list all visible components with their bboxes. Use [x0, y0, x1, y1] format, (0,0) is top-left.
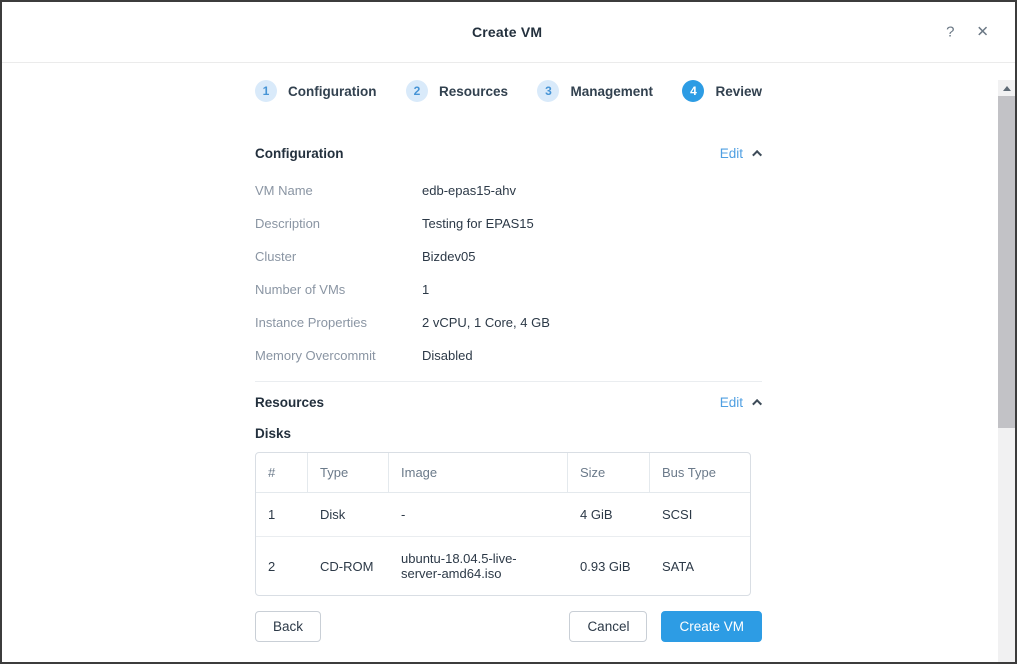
- field-row-instance-properties: Instance Properties 2 vCPU, 1 Core, 4 GB: [255, 315, 762, 330]
- back-button[interactable]: Back: [255, 611, 321, 642]
- wizard-stepper: 1 Configuration 2 Resources 3 Management…: [255, 80, 762, 102]
- dialog-footer: Back Cancel Create VM: [255, 611, 762, 642]
- resources-section-header: Resources Edit: [255, 395, 762, 410]
- edit-link-label[interactable]: Edit: [720, 395, 743, 410]
- cell-type: CD-ROM: [308, 537, 389, 595]
- cell-bus-type: SCSI: [650, 493, 750, 537]
- create-vm-dialog: Create VM ? ✕ 1 Configuration 2 Resource…: [0, 0, 1017, 664]
- chevron-up-icon[interactable]: [752, 150, 762, 160]
- disks-subheading: Disks: [255, 426, 762, 441]
- cancel-button[interactable]: Cancel: [569, 611, 647, 642]
- dialog-content: 1 Configuration 2 Resources 3 Management…: [255, 80, 762, 642]
- column-header-number: #: [256, 453, 308, 493]
- step-label: Management: [570, 84, 653, 99]
- step-label: Configuration: [288, 84, 376, 99]
- header-divider: [2, 62, 1015, 63]
- field-label: Memory Overcommit: [255, 348, 422, 363]
- step-configuration[interactable]: 1 Configuration: [255, 80, 376, 102]
- field-value: 2 vCPU, 1 Core, 4 GB: [422, 315, 550, 330]
- step-resources[interactable]: 2 Resources: [406, 80, 508, 102]
- field-value: edb-epas15-ahv: [422, 183, 516, 198]
- field-row-cluster: Cluster Bizdev05: [255, 249, 762, 264]
- resources-edit-button[interactable]: Edit: [720, 395, 762, 410]
- chevron-up-icon[interactable]: [752, 399, 762, 409]
- create-vm-button[interactable]: Create VM: [661, 611, 762, 642]
- dialog-title: Create VM: [472, 24, 542, 40]
- field-label: Cluster: [255, 249, 422, 264]
- scrollbar-thumb[interactable]: [998, 96, 1015, 428]
- scroll-up-button[interactable]: [998, 80, 1015, 96]
- vertical-scrollbar[interactable]: [998, 80, 1015, 664]
- field-value: Testing for EPAS15: [422, 216, 534, 231]
- field-label: Number of VMs: [255, 282, 422, 297]
- column-header-type: Type: [308, 453, 389, 493]
- dialog-body: 1 Configuration 2 Resources 3 Management…: [2, 80, 1015, 664]
- field-value: Disabled: [422, 348, 473, 363]
- column-header-bus-type: Bus Type: [650, 453, 750, 493]
- disks-table-header-row: # Type Image Size Bus Type: [256, 453, 750, 493]
- cell-size: 0.93 GiB: [568, 537, 650, 595]
- step-label: Resources: [439, 84, 508, 99]
- cell-size: 4 GiB: [568, 493, 650, 537]
- field-row-memory-overcommit: Memory Overcommit Disabled: [255, 348, 762, 363]
- field-row-vm-name: VM Name edb-epas15-ahv: [255, 183, 762, 198]
- cell-bus-type: SATA: [650, 537, 750, 595]
- close-icon[interactable]: ✕: [976, 25, 989, 40]
- cell-image: ubuntu-18.04.5-live-server-amd64.iso: [389, 537, 568, 595]
- configuration-fields: VM Name edb-epas15-ahv Description Testi…: [255, 183, 762, 363]
- step-number-badge: 2: [406, 80, 428, 102]
- configuration-edit-button[interactable]: Edit: [720, 146, 762, 161]
- cell-image: -: [389, 493, 568, 537]
- table-row: 2 CD-ROM ubuntu-18.04.5-live-server-amd6…: [256, 537, 750, 595]
- step-management[interactable]: 3 Management: [537, 80, 653, 102]
- resources-section-title: Resources: [255, 395, 324, 410]
- triangle-up-icon: [1003, 86, 1011, 91]
- help-icon[interactable]: ?: [946, 25, 954, 40]
- cell-number: 1: [256, 493, 308, 537]
- dialog-titlebar: Create VM ? ✕: [2, 2, 1015, 62]
- disks-table: # Type Image Size Bus Type 1 Disk - 4 Gi…: [255, 452, 751, 596]
- field-label: Instance Properties: [255, 315, 422, 330]
- step-number-badge: 1: [255, 80, 277, 102]
- section-divider: [255, 381, 762, 382]
- step-label: Review: [715, 84, 762, 99]
- column-header-image: Image: [389, 453, 568, 493]
- configuration-section-header: Configuration Edit: [255, 146, 762, 161]
- cell-number: 2: [256, 537, 308, 595]
- field-row-number-of-vms: Number of VMs 1: [255, 282, 762, 297]
- edit-link-label[interactable]: Edit: [720, 146, 743, 161]
- field-value: 1: [422, 282, 429, 297]
- column-header-size: Size: [568, 453, 650, 493]
- field-label: VM Name: [255, 183, 422, 198]
- field-row-description: Description Testing for EPAS15: [255, 216, 762, 231]
- titlebar-icons: ? ✕: [946, 25, 989, 40]
- table-row: 1 Disk - 4 GiB SCSI: [256, 493, 750, 537]
- cell-type: Disk: [308, 493, 389, 537]
- step-number-badge: 4: [682, 80, 704, 102]
- field-value: Bizdev05: [422, 249, 475, 264]
- step-review[interactable]: 4 Review: [682, 80, 762, 102]
- step-number-badge: 3: [537, 80, 559, 102]
- field-label: Description: [255, 216, 422, 231]
- configuration-section-title: Configuration: [255, 146, 343, 161]
